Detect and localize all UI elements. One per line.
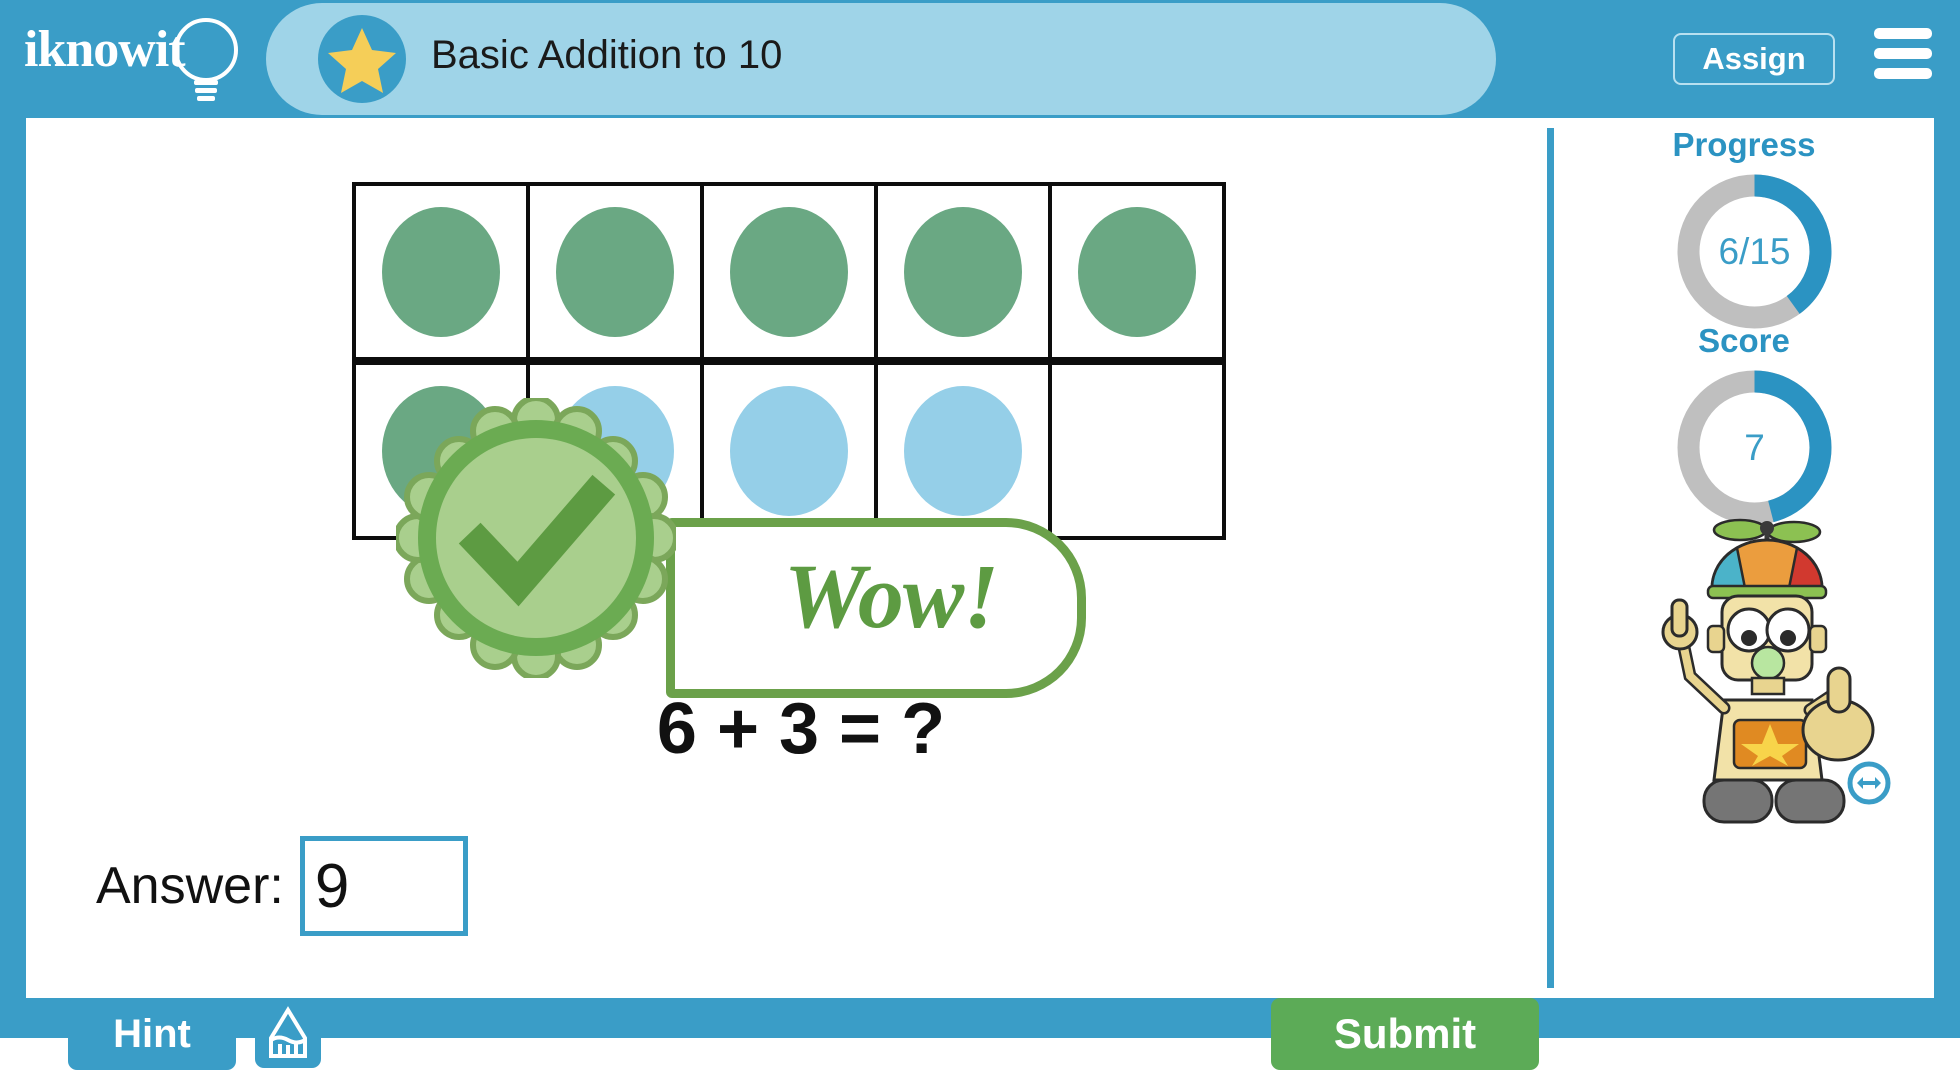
ten-frame-cell (352, 182, 530, 361)
progress-donut: 6/15 (1673, 170, 1836, 333)
counter-dot-blue (556, 385, 674, 516)
page-title: Basic Addition to 10 (431, 33, 783, 77)
ten-frame-cell (874, 182, 1052, 361)
ten-frame-cell (1048, 182, 1226, 361)
scratchpad-button[interactable] (255, 998, 321, 1068)
score-label: Score (1698, 322, 1790, 359)
menu-bar (1874, 48, 1932, 59)
ten-frame-cell (700, 361, 878, 540)
app-header: iknowit Basic Addition to 10 Assign (0, 0, 1960, 118)
score-donut: 7 (1673, 366, 1836, 529)
counter-dot-green (382, 206, 500, 337)
panel-divider (1547, 128, 1554, 988)
ten-frame-row (352, 361, 1246, 544)
counter-dot-green (1078, 206, 1196, 337)
answer-input[interactable] (299, 836, 468, 936)
score-value: 7 (1744, 426, 1765, 468)
star-badge (318, 15, 406, 103)
menu-bar (1874, 28, 1932, 39)
ten-frame-cell (526, 361, 704, 540)
counter-dot-green (730, 206, 848, 337)
ten-frame-cell (874, 361, 1052, 540)
ten-frame-row (352, 182, 1246, 365)
counter-dot-blue (904, 385, 1022, 516)
menu-bar (1874, 68, 1932, 79)
hamburger-menu-icon[interactable] (1874, 28, 1934, 86)
resize-horizontal-icon[interactable] (1846, 760, 1892, 806)
counter-dot-green (556, 206, 674, 337)
lightbulb-icon (174, 18, 238, 101)
lesson-title-pill: Basic Addition to 10 (266, 3, 1496, 115)
progress-value: 6/15 (1718, 230, 1791, 272)
counter-dot-blue (730, 385, 848, 516)
counter-dot-green (904, 206, 1022, 337)
submit-button[interactable]: Submit (1271, 998, 1539, 1070)
feedback-banner (666, 518, 1086, 698)
ten-frame-manipulative (352, 182, 1246, 544)
assign-button[interactable]: Assign (1673, 33, 1835, 85)
equation-text: 6 + 3 = ? (656, 689, 946, 769)
star-icon (328, 28, 396, 93)
answer-row: Answer: (96, 836, 468, 936)
app-frame: iknowit Basic Addition to 10 Assign 6 + … (0, 0, 1960, 1070)
feedback-message: Wow! (783, 545, 999, 647)
status-sidebar: Progress 6/15 Score 7 (1554, 118, 1934, 998)
ten-frame-cell (526, 182, 704, 361)
pencil-icon (269, 1006, 307, 1058)
hint-button[interactable]: Hint (68, 998, 236, 1070)
ten-frame-cell (352, 361, 530, 540)
content-card: 6 + 3 = ? Wow! Answer: 9 Hint Submit Pro… (26, 118, 1934, 1070)
answer-label: Answer: (96, 857, 284, 915)
counter-dot-green (382, 385, 500, 516)
ten-frame-cell (1048, 361, 1226, 540)
ten-frame-cell (700, 182, 878, 361)
brand-logo-text: iknowit (24, 21, 186, 78)
progress-label: Progress (1672, 126, 1816, 163)
brand-logo[interactable]: iknowit (22, 8, 242, 108)
